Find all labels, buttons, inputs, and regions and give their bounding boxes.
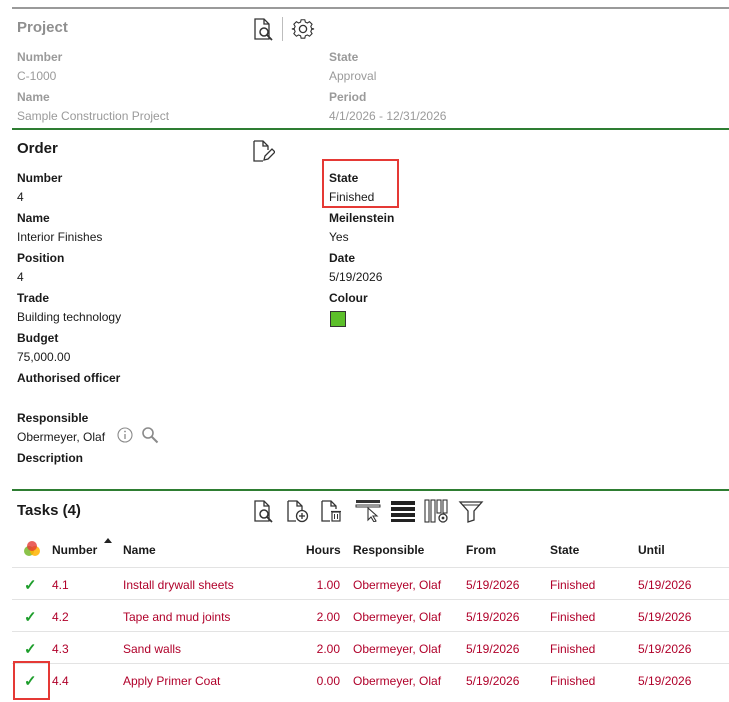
info-icon[interactable] [116,426,134,444]
task-name: Tape and mud joints [123,610,231,624]
order-position-label: Position [17,251,65,265]
column-header-name[interactable]: Name [123,543,156,557]
column-header-responsible[interactable]: Responsible [353,543,424,557]
task-until: 5/19/2026 [638,578,692,592]
task-number: 4.1 [52,578,69,592]
order-responsible-value: Obermeyer, Olaf [17,430,106,444]
sort-ascending-icon [104,538,112,543]
check-icon: ✓ [24,673,37,690]
order-milestone-label: Meilenstein [329,211,395,225]
check-icon: ✓ [24,641,37,658]
check-icon: ✓ [24,609,37,626]
order-name-value: Interior Finishes [17,230,103,244]
gear-icon[interactable] [289,15,317,43]
task-from: 5/19/2026 [466,610,520,624]
document-search-icon[interactable] [250,16,276,42]
task-name: Apply Primer Coat [123,674,221,688]
task-responsible: Obermeyer, Olaf [353,674,442,688]
project-state-value: Approval [329,69,377,83]
search-icon[interactable] [140,425,160,445]
task-until: 5/19/2026 [638,674,692,688]
row-divider [12,599,729,600]
project-state-label: State [329,50,359,64]
column-header-until[interactable]: Until [638,543,665,557]
task-number: 4.3 [52,642,69,656]
order-description-label: Description [17,451,84,465]
column-header-state[interactable]: State [550,543,579,557]
task-from: 5/19/2026 [466,642,520,656]
project-period-label: Period [329,90,367,104]
column-header-hours[interactable]: Hours [306,543,341,557]
column-header-number[interactable]: Number [52,543,97,557]
table-header-divider [12,567,729,568]
project-name-label: Name [17,90,50,104]
colour-swatch [330,311,346,327]
order-state-label: State [329,171,359,185]
task-hours: 2.00 [316,642,340,656]
project-number-label: Number [17,50,63,64]
document-search-icon[interactable] [250,498,276,524]
order-trade-label: Trade [17,291,50,305]
task-hours: 1.00 [316,578,340,592]
status-dots-icon [22,539,42,559]
tasks-title: Tasks (4) [17,502,81,519]
order-number-label: Number [17,171,63,185]
order-responsible-label: Responsible [17,411,89,425]
order-top-rule [12,128,729,130]
task-state: Finished [550,610,596,624]
task-state: Finished [550,642,596,656]
document-add-icon[interactable] [284,498,310,524]
row-divider [12,663,729,664]
task-responsible: Obermeyer, Olaf [353,578,442,592]
project-number-value: C-1000 [17,69,57,83]
project-title: Project [17,19,68,36]
task-from: 5/19/2026 [466,674,520,688]
tasks-top-rule [12,489,729,491]
project-top-rule [12,7,729,9]
order-state-value: Finished [329,190,375,204]
task-hours: 0.00 [316,674,340,688]
column-header-from[interactable]: From [466,543,496,557]
row-divider [12,631,729,632]
task-state: Finished [550,578,596,592]
rows-icon[interactable] [389,498,417,524]
order-trade-value: Building technology [17,310,122,324]
task-name: Install drywall sheets [123,578,234,592]
task-responsible: Obermeyer, Olaf [353,610,442,624]
order-milestone-value: Yes [329,230,349,244]
icon-separator [282,17,283,41]
project-name-value: Sample Construction Project [17,109,170,123]
order-officer-label: Authorised officer [17,371,121,385]
task-from: 5/19/2026 [466,578,520,592]
order-date-value: 5/19/2026 [329,270,383,284]
order-date-label: Date [329,251,356,265]
document-edit-icon[interactable] [250,138,276,164]
order-colour-label: Colour [329,291,368,305]
task-state: Finished [550,674,596,688]
select-cursor-icon[interactable] [354,497,384,523]
order-budget-label: Budget [17,331,59,345]
document-delete-icon[interactable] [318,498,344,524]
order-budget-value: 75,000.00 [17,350,71,364]
order-name-label: Name [17,211,50,225]
task-number: 4.4 [52,674,69,688]
order-title: Order [17,140,58,157]
task-until: 5/19/2026 [638,642,692,656]
column-settings-icon[interactable] [423,497,451,525]
task-responsible: Obermeyer, Olaf [353,642,442,656]
task-hours: 2.00 [316,610,340,624]
task-name: Sand walls [123,642,182,656]
check-icon: ✓ [24,577,37,594]
order-position-value: 4 [17,270,24,284]
task-number: 4.2 [52,610,69,624]
task-until: 5/19/2026 [638,610,692,624]
project-period-value: 4/1/2026 - 12/31/2026 [329,109,447,123]
filter-icon[interactable] [457,498,485,524]
order-number-value: 4 [17,190,24,204]
